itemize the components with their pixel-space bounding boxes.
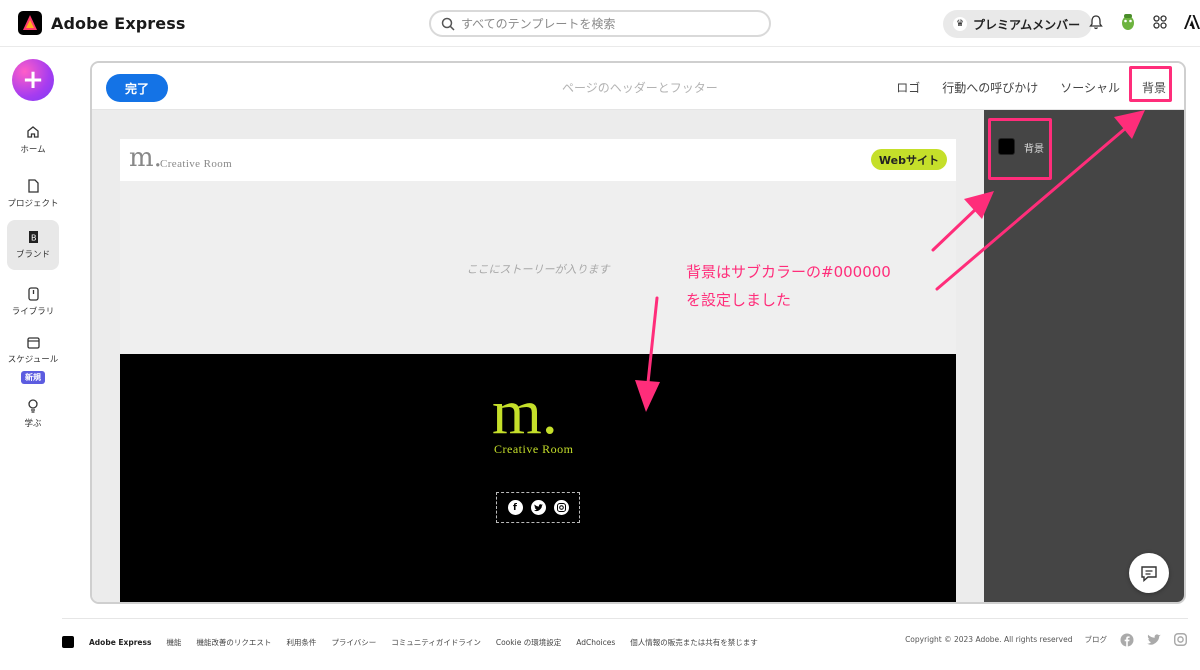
rail-item-home[interactable]: ホーム <box>7 115 59 165</box>
canvas-area: m. Creative Room Webサイト ここにストーリーが入ります m.… <box>92 110 984 602</box>
crown-icon: ♛ <box>953 17 967 31</box>
twitter-icon[interactable] <box>530 500 546 515</box>
footer-brand[interactable]: Adobe Express <box>89 638 151 647</box>
instagram-icon[interactable] <box>1173 632 1188 647</box>
facebook-icon[interactable]: f <box>507 500 523 515</box>
new-badge: 新規 <box>21 371 45 384</box>
social-icons-group[interactable]: f <box>496 492 580 523</box>
background-settings-panel: 背景 <box>984 110 1184 602</box>
footer-logo-text: Creative Room <box>494 442 574 456</box>
apps-grid-icon[interactable] <box>1150 12 1170 32</box>
app-name: Adobe Express <box>51 13 186 33</box>
top-bar: Adobe Express ♛ プレミアムメンバー <box>0 0 1200 47</box>
footer-link[interactable]: コミュニティガイドライン <box>391 637 481 648</box>
annotation-line-2: を設定しました <box>686 291 792 309</box>
premium-member-button[interactable]: ♛ プレミアムメンバー <box>943 10 1093 38</box>
search-input[interactable] <box>461 16 741 31</box>
footer-link[interactable]: Cookie の環境設定 <box>496 637 561 648</box>
rail-item-learn[interactable]: 学ぶ <box>7 389 59 439</box>
chat-button[interactable] <box>1129 553 1169 593</box>
annotation-text: 背景はサブカラーの#000000 を設定しました <box>686 258 891 314</box>
footer-link[interactable]: 機能改善のリクエスト <box>196 637 271 648</box>
rail-item-label: ライブラリ <box>11 307 55 317</box>
brand[interactable]: Adobe Express <box>18 11 186 35</box>
page-footer[interactable]: m. Creative Room f <box>120 354 956 602</box>
website-button[interactable]: Webサイト <box>870 149 947 170</box>
svg-text:B: B <box>31 234 37 243</box>
left-rail: + ホーム プロジェクト B ブランド ライブラリ スケジュール 新規 学ぶ <box>0 47 67 607</box>
rail-item-projects[interactable]: プロジェクト <box>7 169 59 219</box>
rail-item-label: ホーム <box>20 145 46 155</box>
file-icon <box>27 179 39 193</box>
footer-link[interactable]: 機能 <box>166 637 181 648</box>
footer-link[interactable]: AdChoices <box>576 638 615 647</box>
highlight-box-background-tab <box>1129 66 1172 102</box>
plus-icon: + <box>22 65 44 95</box>
footer-logo-mark: m. <box>492 376 558 447</box>
page-preview: m. Creative Room Webサイト ここにストーリーが入ります m.… <box>120 139 956 602</box>
create-new-button[interactable]: + <box>12 59 54 101</box>
highlight-box-swatch <box>988 118 1052 180</box>
facebook-icon[interactable] <box>1119 632 1134 647</box>
rail-item-brand[interactable]: B ブランド <box>7 220 59 270</box>
lightbulb-icon <box>28 399 38 413</box>
library-icon <box>27 287 39 301</box>
rail-item-label: プロジェクト <box>7 199 59 209</box>
editor-title: ページのヘッダーとフッター <box>562 81 718 95</box>
rail-item-label: ブランド <box>15 250 50 260</box>
footer-link[interactable]: 個人情報の販売または共有を禁じます <box>630 637 758 648</box>
rail-item-library[interactable]: ライブラリ <box>7 277 59 327</box>
tab-social[interactable]: ソーシャル <box>1060 79 1120 96</box>
header-logo-text: Creative Room <box>160 158 233 170</box>
editor-toolbar: 完了 ページのヘッダーとフッター ロゴ 行動への呼びかけ ソーシャル 背景 <box>92 63 1184 110</box>
tab-logo[interactable]: ロゴ <box>896 79 920 96</box>
header-logo-mark: m. <box>129 143 162 173</box>
calendar-icon <box>26 337 40 349</box>
rail-item-schedule[interactable]: スケジュール 新規 <box>7 330 59 390</box>
rail-item-label: 学ぶ <box>24 419 42 429</box>
tab-call-to-action[interactable]: 行動への呼びかけ <box>942 79 1038 96</box>
twitter-icon[interactable] <box>1146 632 1161 647</box>
site-footer: Adobe Express 機能 機能改善のリクエスト 利用条件 プライバシー … <box>62 618 1188 664</box>
search-icon <box>441 17 455 31</box>
avatar[interactable] <box>1118 12 1138 32</box>
blog-link[interactable]: ブログ <box>1085 634 1108 645</box>
brand-icon: B <box>28 231 38 243</box>
instagram-icon[interactable] <box>553 500 569 515</box>
adobe-express-logo-icon <box>18 11 42 35</box>
adobe-express-logo-icon <box>62 636 74 648</box>
footer-link[interactable]: 利用条件 <box>286 637 316 648</box>
annotation-line-1: 背景はサブカラーの#000000 <box>686 263 891 281</box>
home-icon <box>27 126 39 138</box>
adobe-icon[interactable] <box>1182 12 1200 32</box>
copyright: Copyright © 2023 Adobe. All rights reser… <box>905 635 1073 644</box>
footer-link[interactable]: プライバシー <box>331 637 376 648</box>
search-bar[interactable] <box>429 10 771 37</box>
page-header[interactable]: m. Creative Room Webサイト <box>120 139 956 181</box>
chat-icon <box>1141 565 1157 582</box>
editor-tabs: ロゴ 行動への呼びかけ ソーシャル 背景 <box>896 79 1166 96</box>
bell-icon[interactable] <box>1086 12 1106 32</box>
done-button[interactable]: 完了 <box>106 74 168 102</box>
rail-item-label: スケジュール <box>7 355 59 365</box>
premium-label: プレミアムメンバー <box>973 17 1081 32</box>
